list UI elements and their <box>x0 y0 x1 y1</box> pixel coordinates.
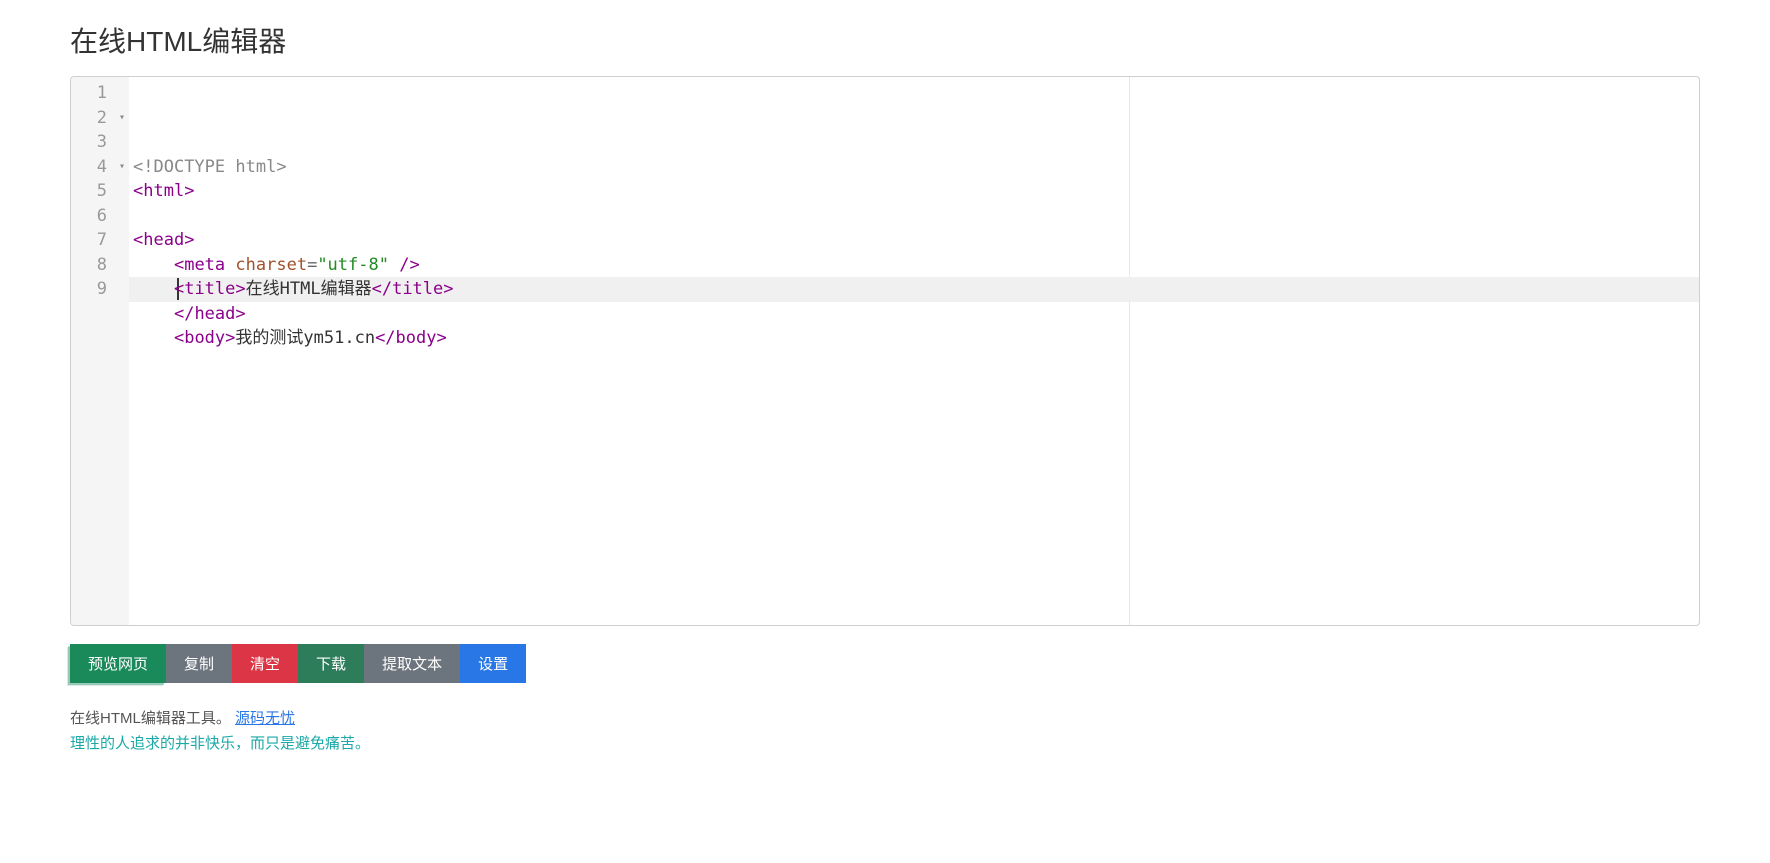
fold-marker <box>115 81 129 106</box>
copy-button[interactable]: 复制 <box>166 644 232 683</box>
fold-marker[interactable]: ▾ <box>115 155 129 180</box>
code-line[interactable]: <body>我的测试ym51.cn</body> <box>133 326 1695 351</box>
fold-marker <box>115 277 129 302</box>
line-number: 4 <box>75 155 107 180</box>
extract-text-button[interactable]: 提取文本 <box>364 644 460 683</box>
code-line[interactable]: <html> <box>133 179 1695 204</box>
footer-quote: 理性的人追求的并非快乐，而只是避免痛苦。 <box>70 732 1700 753</box>
footer-link[interactable]: 源码无忧 <box>235 710 295 727</box>
fold-marker[interactable]: ▾ <box>115 106 129 131</box>
code-line[interactable]: </head> <box>133 302 1695 327</box>
fold-marker <box>115 253 129 278</box>
line-number: 1 <box>75 81 107 106</box>
line-number: 5 <box>75 179 107 204</box>
line-number: 8 <box>75 253 107 278</box>
code-line[interactable]: <meta charset="utf-8" /> <box>133 253 1695 278</box>
fold-marker <box>115 179 129 204</box>
code-area[interactable]: <!DOCTYPE html><html> <head> <meta charse… <box>129 77 1699 625</box>
code-line[interactable] <box>133 351 1695 376</box>
line-number: 3 <box>75 130 107 155</box>
line-number: 6 <box>75 204 107 229</box>
clear-button[interactable]: 清空 <box>232 644 298 683</box>
line-gutter: 123456789 <box>71 77 115 625</box>
code-editor[interactable]: 123456789 ▾▾ <!DOCTYPE html><html><head>… <box>70 76 1700 626</box>
settings-button[interactable]: 设置 <box>460 644 526 683</box>
preview-button[interactable]: 预览网页 <box>70 644 166 683</box>
code-line[interactable]: <!DOCTYPE html> <box>133 155 1695 180</box>
print-margin <box>1129 77 1130 625</box>
fold-marker <box>115 130 129 155</box>
download-button[interactable]: 下载 <box>298 644 364 683</box>
code-line[interactable] <box>133 204 1695 229</box>
line-number: 9 <box>75 277 107 302</box>
footer: 在线HTML编辑器工具。 源码无忧 理性的人追求的并非快乐，而只是避免痛苦。 <box>70 707 1700 753</box>
fold-gutter[interactable]: ▾▾ <box>115 77 129 625</box>
fold-marker <box>115 204 129 229</box>
footer-text: 在线HTML编辑器工具。 <box>70 710 231 727</box>
toolbar: 预览网页 复制 清空 下载 提取文本 设置 <box>70 644 1700 683</box>
fold-marker <box>115 228 129 253</box>
line-number: 2 <box>75 106 107 131</box>
line-number: 7 <box>75 228 107 253</box>
code-line[interactable]: <head> <box>133 228 1695 253</box>
page-title: 在线HTML编辑器 <box>70 20 1700 60</box>
